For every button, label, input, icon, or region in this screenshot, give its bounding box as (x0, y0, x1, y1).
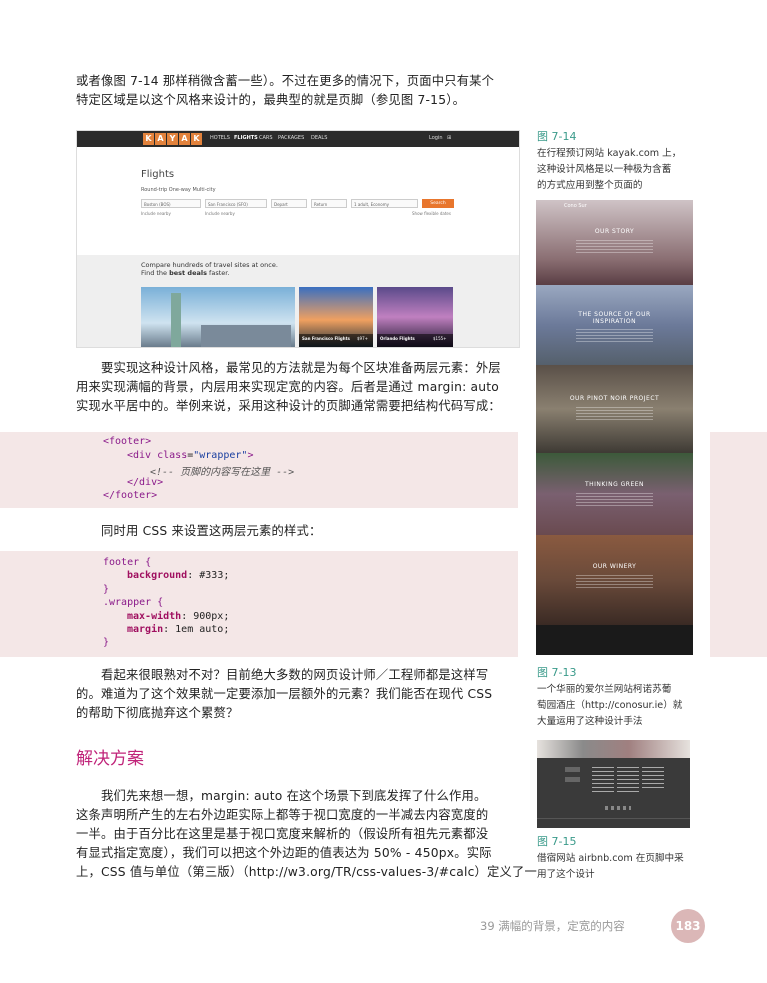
figure-7-15-label: 图 7-15 (537, 835, 577, 848)
text-line: 上，CSS 值与单位（第三版）（http://w3.org/TR/css-val… (76, 865, 538, 879)
code-line: margin: 1em auto; (127, 624, 230, 635)
paragraph-question: 看起来很眼熟对不对？目前绝大多数的网页设计师／工程师都是这样写 的。难道为了这个… (76, 666, 518, 723)
code-line: </div> (127, 477, 164, 488)
code-line: <div class="wrapper"> (127, 450, 254, 461)
kayak-nav-hotels[interactable]: HOTELS (210, 135, 230, 141)
kayak-nav-packages[interactable]: PACKAGES (278, 135, 304, 141)
text-line: 要实现这种设计风格，最常见的方法就是为每个区块准备两层元素：外层 (101, 361, 501, 375)
kayak-logo: KAYAK (143, 133, 202, 145)
code-line: } (103, 637, 110, 648)
kayak-navbar: KAYAK HOTELS FLIGHTS CARS PACKAGES DEALS… (77, 131, 519, 147)
text-line: 用来实现满幅的背景，内层用来实现定宽的内容。后者是通过 margin: auto (76, 380, 500, 394)
kayak-include-nearby-2[interactable]: Include nearby (205, 211, 235, 216)
code-line: background: #333; (127, 570, 230, 581)
figure-7-14-caption: 在行程预订网站 kayak.com 上， 这种设计风格是以一种极为含蓄 的方式应… (537, 148, 682, 191)
kayak-to-field[interactable]: San Francisco (SFO) (205, 199, 267, 208)
text-line: 这条声明所产生的左右外边距实际上都等于视口宽度的一半减去内容宽度的 (76, 808, 489, 822)
figure-7-14-label: 图 7-14 (537, 130, 577, 143)
figure-7-13-label: 图 7-13 (537, 666, 577, 679)
running-footer: 39 满幅的背景，定宽的内容 (480, 919, 625, 933)
san-francisco-photo[interactable]: San Francisco Flights $97+ (299, 287, 373, 347)
kayak-nav-deals[interactable]: DEALS (311, 135, 327, 141)
text-line: 特定区域是以这个风格来设计的，最典型的就是页脚（参见图 7-15）。 (76, 93, 466, 107)
paragraph-solution: 我们先来想一想，margin: auto 在这个场景下到底发挥了什么作用。 这条… (76, 787, 538, 882)
kayak-title: Flights (141, 169, 175, 180)
code-block-css (0, 551, 518, 657)
code-line: <footer> (103, 436, 152, 447)
code-line: </footer> (103, 490, 158, 501)
kayak-search-button[interactable]: Search (422, 199, 454, 208)
code-line: max-width: 900px; (127, 611, 230, 622)
page-number: 183 (671, 909, 705, 943)
conosur-section-pinot: OUR PINOT NOIR PROJECT (536, 365, 693, 453)
text-line: 实现水平居中的。举例来说，采用这种设计的页脚通常需要把结构代码写成： (76, 399, 501, 413)
paragraph-css-intro: 同时用 CSS 来设置这两层元素的样式： (76, 522, 518, 541)
text-line: 有显式指定宽度），我们可以把这个外边距的值表达为 50% - 450px。实际 (76, 846, 492, 860)
kayak-include-nearby-1[interactable]: Include nearby (141, 211, 171, 216)
text-line: 的帮助下彻底抛弃这个累赘？ (76, 706, 239, 720)
code-comment: <!-- 页脚的内容写在这里 --> (150, 467, 295, 478)
orlando-photo[interactable]: Orlando Flights $155+ (377, 287, 453, 347)
text-line: 或者像图 7-14 那样稍微含蓄一些）。不过在更多的情况下，页面中只有某个 (76, 74, 495, 88)
statue-of-liberty-photo[interactable] (141, 287, 295, 347)
kayak-nav-cars[interactable]: CARS (259, 135, 273, 141)
figure-7-15-caption: 借宿网站 airbnb.com 在页脚中采 用了这个设计 (537, 853, 684, 880)
kayak-depart-field[interactable]: Depart (271, 199, 307, 208)
paragraph-intro: 或者像图 7-14 那样稍微含蓄一些）。不过在更多的情况下，页面中只有某个 特定… (76, 72, 518, 110)
kayak-screenshot: KAYAK HOTELS FLIGHTS CARS PACKAGES DEALS… (76, 130, 520, 348)
paragraph-approach: 要实现这种设计风格，最常见的方法就是为每个区块准备两层元素：外层 用来实现满幅的… (76, 359, 518, 416)
kayak-login[interactable]: Login (429, 135, 443, 141)
code-line: } (103, 584, 110, 595)
grid-icon[interactable]: ⊞ (447, 135, 451, 141)
text-line: 我们先来想一想，margin: auto 在这个场景下到底发挥了什么作用。 (101, 789, 487, 803)
kayak-from-field[interactable]: Boston (BOS) (141, 199, 201, 208)
conosur-logo: Cono Sur (564, 203, 587, 209)
kayak-nav-flights[interactable]: FLIGHTS (234, 135, 258, 141)
text-line: 看起来很眼熟对不对？目前绝大多数的网页设计师／工程师都是这样写 (101, 668, 489, 682)
text-line: 的。难道为了这个效果就一定要添加一层额外的元素？我们能否在现代 CSS (76, 687, 493, 701)
kayak-travelers-field[interactable]: 1 adult, Economy (351, 199, 418, 208)
conosur-section-inspiration: THE SOURCE OF OUR INSPIRATION (536, 285, 693, 365)
margin-band (710, 432, 767, 657)
code-line: footer { (103, 557, 152, 568)
text-line: 同时用 CSS 来设置这两层元素的样式： (101, 524, 322, 538)
kayak-compare-text: Compare hundreds of travel sites at once… (141, 261, 278, 277)
conosur-section-winery: OUR WINERY (536, 535, 693, 625)
conosur-section-story: Cono Sur OUR STORY (536, 200, 693, 285)
kayak-return-field[interactable]: Return (311, 199, 347, 208)
text-line: 一半。由于百分比在这里是基于视口宽度来解析的（假设所有祖先元素都没 (76, 827, 489, 841)
conosur-screenshot: Cono Sur OUR STORY THE SOURCE OF OUR INS… (536, 200, 693, 655)
kayak-flexible-dates[interactable]: Show flexible dates (412, 211, 451, 216)
kayak-trip-tabs[interactable]: Round-trip One-way Multi-city (141, 187, 216, 193)
figure-7-13-caption: 一个华丽的爱尔兰网站柯诺苏葡 萄园酒庄（http://conosur.ie）就 … (537, 684, 683, 727)
section-heading: 解决方案 (76, 749, 144, 769)
conosur-footer (536, 625, 693, 655)
airbnb-photo-strip (537, 740, 690, 758)
conosur-section-green: THINKING GREEN (536, 453, 693, 535)
code-line: .wrapper { (103, 597, 164, 608)
airbnb-footer-screenshot (537, 740, 690, 828)
